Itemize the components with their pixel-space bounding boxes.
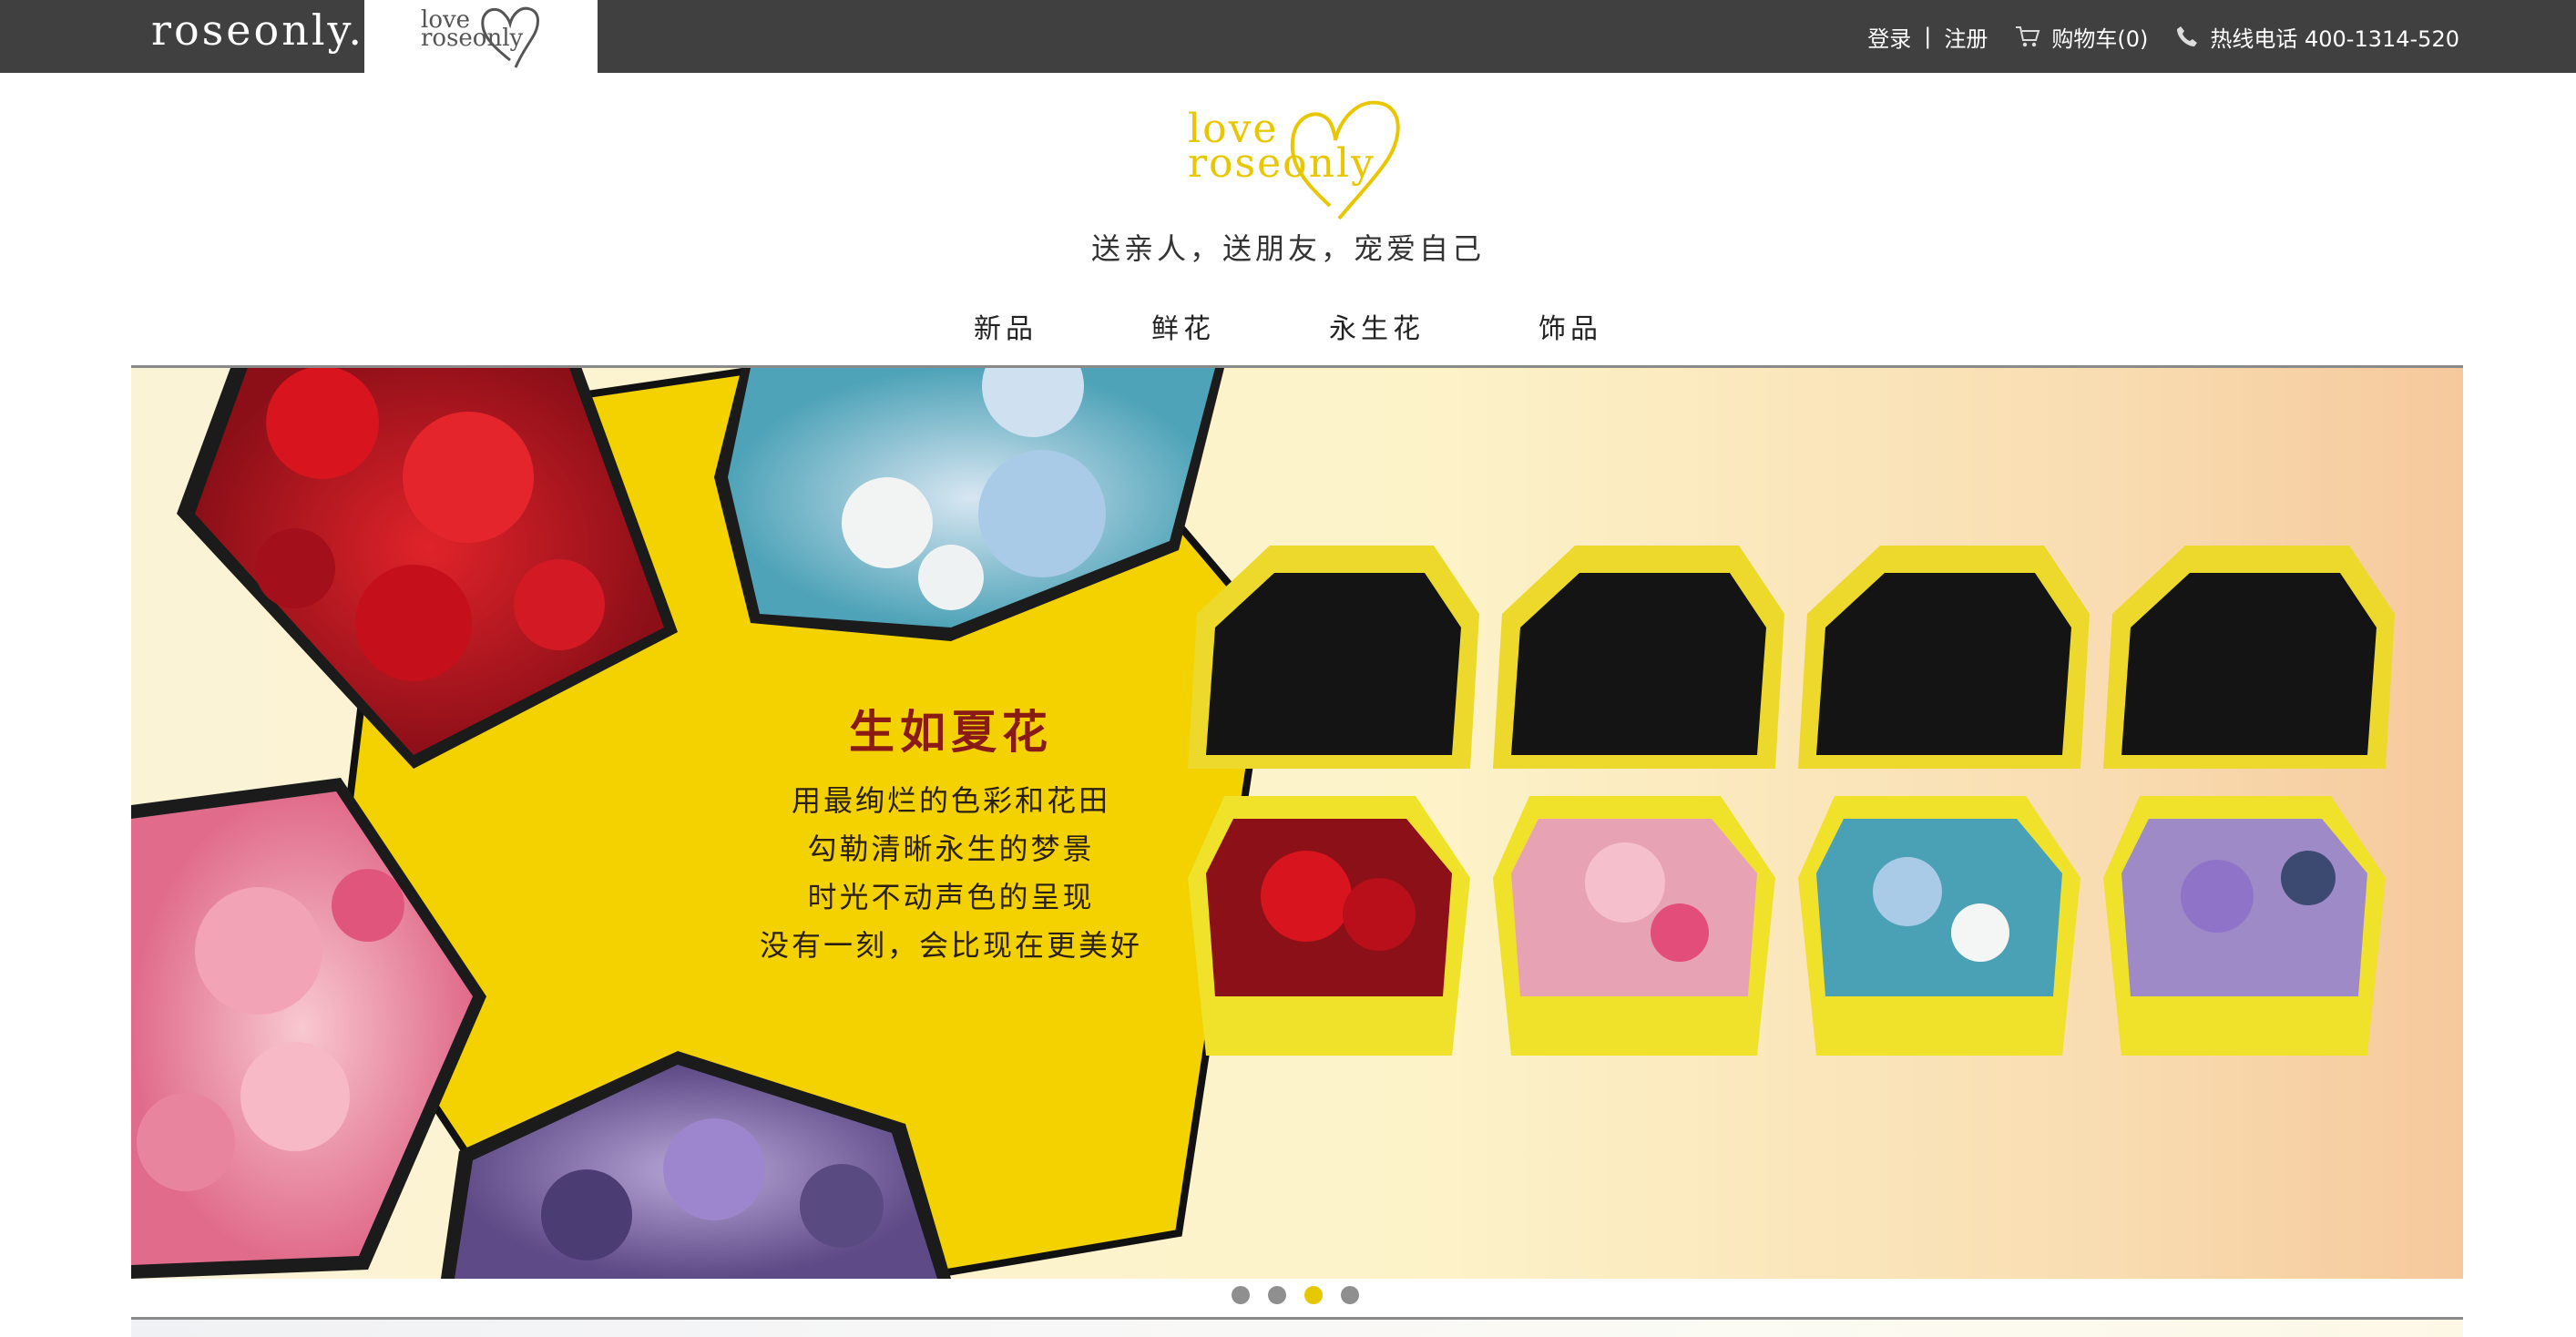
brand-tab-roseonly[interactable]: roseonly. [131,0,364,73]
gift-box-blue [1798,546,2090,1056]
cart-icon [2016,26,2040,47]
hotline-text: 热线电话 400-1314-520 [2210,26,2459,52]
nav-item-preserved-flowers[interactable]: 永生花 [1329,306,1425,346]
carousel-dot-3[interactable] [1304,1286,1323,1304]
hero-title: 生如夏花 [849,706,1053,759]
gift-box-pink [1493,546,1784,1056]
carousel-dots [1232,1286,1377,1304]
account-nav: 登录 | 注册 购物车(0) 热线电话 400-1314-520 [1867,0,2459,73]
register-link[interactable]: 注册 [1944,21,1988,53]
carousel-dot-2[interactable] [1268,1286,1286,1304]
gift-box-purple [2103,546,2395,1056]
carousel-dot-4[interactable] [1341,1286,1359,1304]
hero-line-4: 没有一刻，会比现在更美好 [759,928,1142,963]
hero-line-1: 用最绚烂的色彩和花田 [791,783,1110,818]
cart-label: 购物车(0) [2051,26,2149,52]
cart-link[interactable]: 购物车(0) [2015,21,2148,53]
site-logo[interactable]: love roseonly [1175,89,1412,226]
hero-banner[interactable]: 生如夏花 用最绚烂的色彩和花田 勾勒清晰永生的梦景 时光不动声色的呈现 没有一刻… [131,368,2463,1279]
heart-icon [481,6,539,68]
logo-heart-icon [1290,100,1400,220]
next-section-preview [131,1320,2463,1337]
hotline: 热线电话 400-1314-520 [2175,21,2459,53]
hero-line-3: 时光不动声色的呈现 [807,880,1095,914]
nav-item-jewelry[interactable]: 饰品 [1538,306,1602,346]
hero-line-2: 勾勒清晰永生的梦景 [807,832,1095,866]
phone-icon [2177,26,2198,46]
main-nav: 新品 鲜花 永生花 饰品 [0,306,2576,346]
login-link[interactable]: 登录 [1867,21,1911,53]
nav-item-fresh-flowers[interactable]: 鲜花 [1151,306,1215,346]
brand-tab-love-roseonly[interactable]: love roseonly [364,0,598,73]
nav-item-new[interactable]: 新品 [974,306,1038,346]
top-bar: roseonly. love roseonly 登录 | 注册 购物车(0) 热… [0,0,2576,73]
hero-artwork [131,368,2395,1279]
carousel-dot-1[interactable] [1232,1286,1250,1304]
site-tagline: 送亲人，送朋友，宠爱自己 [1090,231,1485,266]
brand-wordmark: roseonly. [151,5,365,55]
nav-separator: | [1924,24,1932,49]
